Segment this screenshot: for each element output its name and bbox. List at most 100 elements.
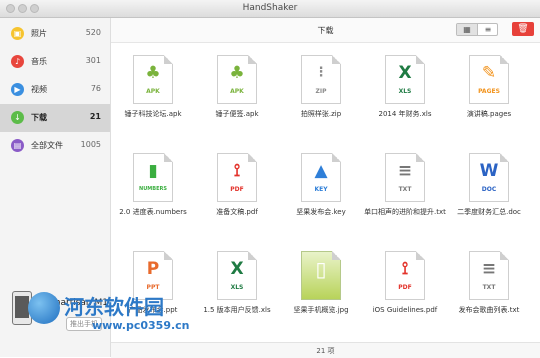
file-thumbnail: ⟟ PDF xyxy=(217,153,257,202)
file-name: 坚果发布会.key xyxy=(296,208,346,216)
pdf-icon: ⟟ xyxy=(401,259,409,279)
file-thumbnail: X XLS xyxy=(385,55,425,104)
photo-icon: ▣ xyxy=(11,27,24,40)
file-name: 二季度财务汇总.doc xyxy=(457,208,521,216)
toolbar: 下载 ▦ ≡ 🗑 xyxy=(111,18,540,43)
file-item[interactable]: ⋮ ZIP 拍照样张.zip xyxy=(279,43,363,135)
file-thumbnail: ▮ NUMBERS xyxy=(133,153,173,202)
word-icon: W xyxy=(479,161,499,181)
grid-view-icon[interactable]: ▦ xyxy=(457,24,478,35)
video-icon: ▶ xyxy=(11,83,24,96)
file-type-label: PPT xyxy=(146,284,160,291)
list-view-icon[interactable]: ≡ xyxy=(478,24,497,35)
keynote-icon: ▲ xyxy=(314,161,328,181)
file-type-label: APK xyxy=(146,88,160,95)
sidebar-item-count: 301 xyxy=(85,56,101,65)
file-type-label: NUMBERS xyxy=(139,186,167,192)
file-name: 准备文稿.pdf xyxy=(216,208,258,216)
file-thumbnail: ▲ KEY xyxy=(301,153,341,202)
file-name: 单口相声的进阶和提升.txt xyxy=(364,208,446,216)
text-lines-icon: ≡ xyxy=(397,161,413,181)
sidebar-item-label: 音乐 xyxy=(31,57,47,66)
sidebar-item-label: 照片 xyxy=(31,29,47,38)
file-name: 演讲稿.pages xyxy=(466,110,512,118)
sidebar-item-label: 视频 xyxy=(31,85,47,94)
file-name: 拍照样张.zip xyxy=(300,110,342,118)
file-type-label: XLS xyxy=(398,88,412,95)
sidebar-item-videos[interactable]: ▶ 视频 76 xyxy=(0,76,110,104)
watermark-text: 河东软件园 xyxy=(64,295,164,319)
file-thumbnail: ♣ APK xyxy=(217,55,257,104)
file-item[interactable]: ▮ NUMBERS 2.0 进度表.numbers xyxy=(111,141,195,233)
file-name: 2.0 进度表.numbers xyxy=(119,208,187,216)
pages-pen-icon: ✎ xyxy=(481,63,497,83)
file-item[interactable]: ♣ APK 锤子便签.apk xyxy=(195,43,279,135)
app-window: HandShaker ▣ 照片 520 ♪ 音乐 301 ▶ 视频 76 ↓ 下… xyxy=(0,0,540,358)
sidebar-item-photos[interactable]: ▣ 照片 520 xyxy=(0,20,110,48)
sidebar-item-downloads[interactable]: ↓ 下载 21 xyxy=(0,104,110,132)
image-thumbnail: ▯ xyxy=(301,251,341,300)
file-type-label: ZIP xyxy=(315,88,327,95)
text-lines-icon: ≡ xyxy=(481,259,497,279)
pdf-icon: ⟟ xyxy=(233,161,241,181)
sidebar-item-count: 1005 xyxy=(80,140,101,149)
sidebar-item-music[interactable]: ♪ 音乐 301 xyxy=(0,48,110,76)
file-item[interactable]: ▲ KEY 坚果发布会.key xyxy=(279,141,363,233)
file-name: 发布会歌曲列表.txt xyxy=(458,306,520,314)
sidebar-item-count: 21 xyxy=(89,112,101,121)
file-item[interactable]: ♣ APK 锤子科技论坛.apk xyxy=(111,43,195,135)
file-item[interactable]: ⟟ PDF 准备文稿.pdf xyxy=(195,141,279,233)
file-item[interactable]: ✎ PAGES 演讲稿.pages xyxy=(447,43,531,135)
android-icon: ♣ xyxy=(229,63,245,83)
window-title: HandShaker xyxy=(242,3,298,13)
file-thumbnail: ✎ PAGES xyxy=(469,55,509,104)
file-item[interactable]: W DOC 二季度财务汇总.doc xyxy=(447,141,531,233)
file-thumbnail: W DOC xyxy=(469,153,509,202)
file-name: 2014 年财务.xls xyxy=(378,110,432,118)
sidebar-item-count: 76 xyxy=(90,84,101,93)
sidebar-item-all-files[interactable]: ▤ 全部文件 1005 xyxy=(0,132,110,160)
file-name: 锤子便签.apk xyxy=(215,110,259,118)
file-type-label: TXT xyxy=(398,186,412,193)
file-type-label: PAGES xyxy=(478,88,500,95)
sidebar-item-label: 全部文件 xyxy=(31,141,63,150)
file-thumbnail: ⟟ PDF xyxy=(385,251,425,300)
file-item[interactable]: ▯ 坚果手机概览.jpg xyxy=(279,239,363,331)
delete-button[interactable]: 🗑 xyxy=(512,22,534,36)
file-name: iOS Guidelines.pdf xyxy=(372,306,438,314)
zipper-icon: ⋮ xyxy=(314,65,328,80)
sidebar-item-count: 520 xyxy=(85,28,101,37)
file-item[interactable]: ⟟ PDF iOS Guidelines.pdf xyxy=(363,239,447,331)
file-type-label: XLS xyxy=(230,284,244,291)
trash-icon: 🗑 xyxy=(517,24,529,34)
music-icon: ♪ xyxy=(11,55,24,68)
file-name: 坚果手机概览.jpg xyxy=(293,306,349,314)
watermark-logo-icon xyxy=(28,292,60,324)
view-switcher: ▦ ≡ xyxy=(456,23,498,36)
file-item[interactable]: ≡ TXT 发布会歌曲列表.txt xyxy=(447,239,531,331)
files-icon: ▤ xyxy=(11,139,24,152)
file-item[interactable]: ≡ TXT 单口相声的进阶和提升.txt xyxy=(363,141,447,233)
file-type-label: KEY xyxy=(314,186,328,193)
powerpoint-icon: P xyxy=(146,259,160,279)
file-type-label: PDF xyxy=(230,186,244,193)
file-thumbnail: ⋮ ZIP xyxy=(301,55,341,104)
sidebar-item-label: 下载 xyxy=(31,113,47,122)
file-thumbnail: ♣ APK xyxy=(133,55,173,104)
status-bar: 21 项 xyxy=(111,342,540,358)
file-thumbnail: ≡ TXT xyxy=(385,153,425,202)
file-name: 锤子科技论坛.apk xyxy=(124,110,182,118)
numbers-chart-icon: ▮ xyxy=(148,161,158,181)
file-type-label: PDF xyxy=(398,284,412,291)
phone-photo-icon: ▯ xyxy=(315,257,327,281)
watermark-url: www.pc0359.cn xyxy=(92,319,190,332)
download-icon: ↓ xyxy=(11,111,24,124)
file-thumbnail: ≡ TXT xyxy=(469,251,509,300)
file-item[interactable]: X XLS 2014 年财务.xls xyxy=(363,43,447,135)
excel-icon: X xyxy=(230,259,244,279)
title-bar: HandShaker xyxy=(0,0,540,18)
android-icon: ♣ xyxy=(145,63,161,83)
file-type-label: APK xyxy=(230,88,244,95)
excel-icon: X xyxy=(398,63,412,83)
file-type-label: DOC xyxy=(481,186,497,193)
